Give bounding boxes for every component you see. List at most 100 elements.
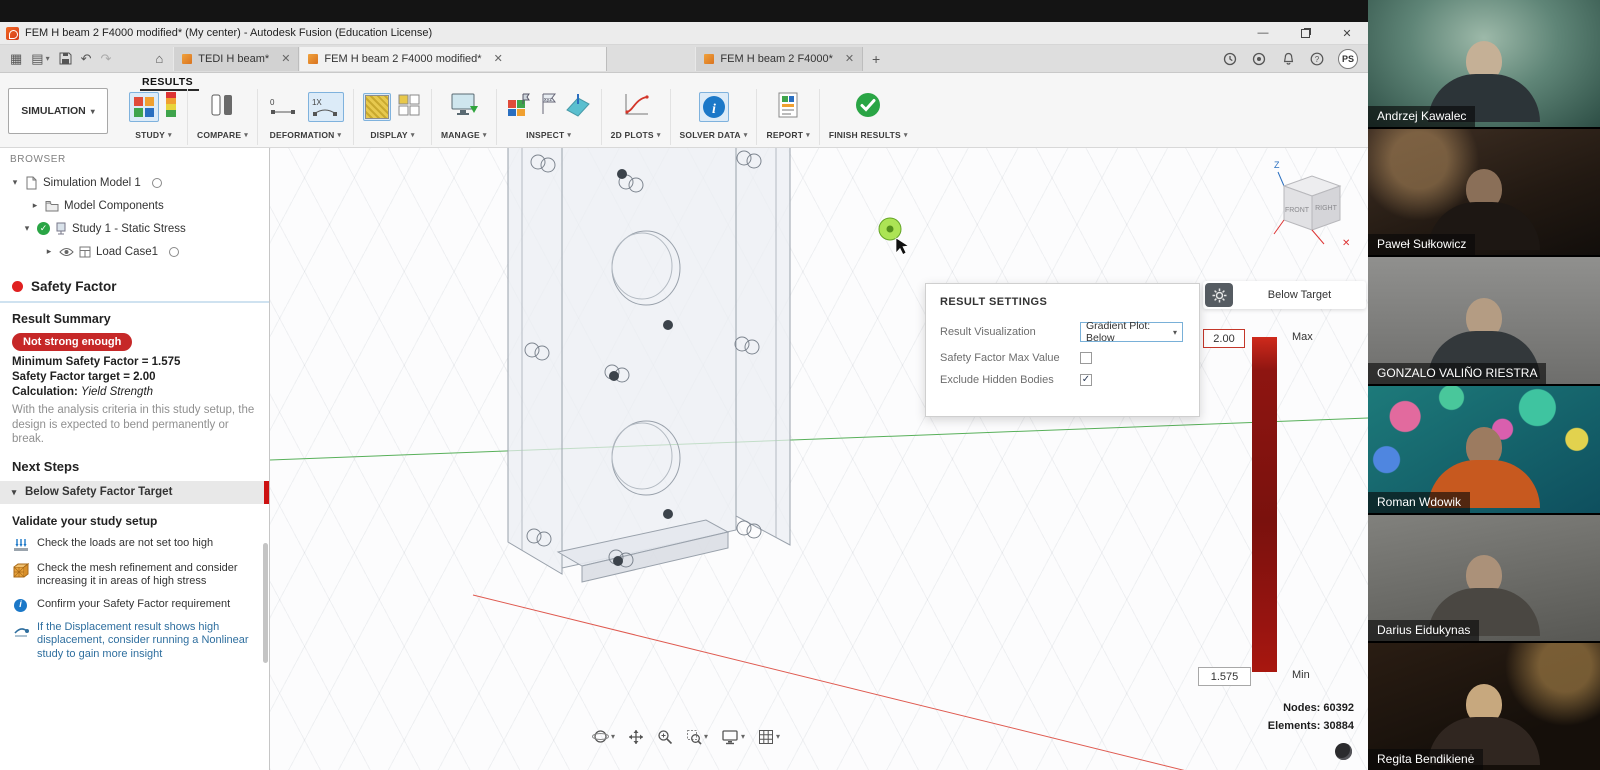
restore-button[interactable] [1284,22,1326,44]
finish-check-icon[interactable] [854,91,882,124]
zoom-window-icon[interactable]: ▾ [686,729,708,745]
radio-icon[interactable] [152,178,162,188]
app-grid-icon[interactable]: ▦ [10,51,22,67]
plot-icon[interactable] [621,91,651,124]
grid-settings-icon[interactable]: ▾ [758,729,780,745]
solver-info-icon[interactable]: i [699,92,729,122]
legend-header: Below Target [1203,281,1366,309]
browser-header: BROWSER [0,148,269,171]
user-avatar[interactable]: PS [1338,49,1358,69]
visibility-eye-icon[interactable] [59,247,74,257]
svg-text:✕: ✕ [1342,238,1350,249]
compare-icon[interactable] [208,91,236,124]
nodes-count: Nodes: 60392 [1268,699,1354,717]
participant-tile[interactable]: Paweł Sułkowicz [1368,129,1600,256]
tab-tedi-h-beam[interactable]: TEDI H beam* ✕ [173,47,299,71]
toolbar-group-manage[interactable]: MANAGE▾ [432,89,497,145]
participant-tile[interactable]: GONZALO VALIÑO RIESTRA [1368,257,1600,384]
tab-close-icon[interactable]: ✕ [845,52,854,65]
visualization-dropdown[interactable]: Gradient Plot: Below ▾ [1080,322,1183,342]
caret-right-icon[interactable]: ▸ [44,246,54,257]
minimize-button[interactable]: — [1242,22,1284,44]
scrollbar-thumb[interactable] [263,543,268,663]
toolbar-group-compare[interactable]: COMPARE▾ [188,89,258,145]
below-safety-target-row[interactable]: ▾ Below Safety Factor Target [0,481,269,504]
caret-down-icon[interactable]: ▾ [10,177,20,188]
folder-icon [45,200,59,212]
toolbar-group-display[interactable]: DISPLAY▾ [354,89,432,145]
redo-icon[interactable]: ↷ [101,51,112,67]
legend-settings-gear-icon[interactable] [1205,283,1233,307]
toolbar-group-deformation[interactable]: 0 1X DEFORMATION▾ [258,89,354,145]
file-menu-icon[interactable]: ▤▾ [31,51,49,67]
workspace-selector[interactable]: SIMULATION▾ [8,88,108,134]
display-settings-icon[interactable]: ▾ [721,729,745,745]
undo-icon[interactable]: ↶ [81,51,92,67]
study-gradient-icon[interactable] [164,91,178,124]
extensions-icon[interactable] [1251,51,1267,67]
inspect-result-icon[interactable] [506,92,532,123]
report-icon[interactable] [775,91,801,124]
toolbar-group-study[interactable]: STUDY▾ [120,89,188,145]
toolbar-group-inspect[interactable]: xyz INSPECT▾ [497,89,602,145]
participant-tile[interactable]: Roman Wdowik [1368,386,1600,513]
undeformed-icon[interactable]: 0 [267,92,303,122]
shaded-display-icon[interactable] [363,93,391,121]
legend-min-input[interactable]: 1.575 [1198,667,1251,686]
zoom-icon[interactable] [657,729,673,745]
participant-tile[interactable]: Regita Bendikienė [1368,643,1600,770]
participant-tile[interactable]: Darius Eidukynas [1368,515,1600,642]
grid-display-icon[interactable] [396,92,422,123]
max-value-checkbox[interactable] [1080,352,1092,364]
exclude-hidden-checkbox[interactable]: ✓ [1080,374,1092,386]
new-tab-button[interactable]: + [863,51,889,67]
toolbar-group-solver-data[interactable]: i SOLVER DATA▾ [671,89,758,145]
tab-fem-h-beam-modified[interactable]: FEM H beam 2 F4000 modified* ✕ [299,47,607,71]
fusion-app-icon [6,27,19,40]
orbit-icon[interactable]: ▾ [592,728,615,745]
participant-name: Darius Eidukynas [1368,620,1479,641]
tree-item-model-components[interactable]: ▸ Model Components [0,194,269,217]
close-button[interactable]: ✕ [1326,22,1368,44]
next-step-item: Check the mesh refinement and consider i… [0,557,269,593]
home-icon[interactable]: ⌂ [155,51,163,66]
toolbar-group-2d-plots[interactable]: 2D PLOTS▾ [602,89,671,145]
tab-close-icon[interactable]: ✕ [494,52,503,65]
participant-tile[interactable]: Andrzej Kawalec [1368,0,1600,127]
actual-scale-icon[interactable]: 1X [308,92,344,122]
tree-item-simulation-model[interactable]: ▾ Simulation Model 1 [0,171,269,194]
job-status-icon[interactable] [1222,51,1238,67]
radio-icon[interactable] [169,247,179,257]
mesh-stats: Nodes: 60392 Elements: 30884 [1268,699,1354,735]
navigation-widget-icon[interactable] [1335,743,1352,760]
legend-min-label: Min [1292,669,1310,681]
legend-mode-label[interactable]: Below Target [1233,289,1366,301]
probe-icon[interactable]: xyz [537,92,559,123]
tree-item-load-case[interactable]: ▸ Load Case1 [0,240,269,263]
tab-close-icon[interactable]: ✕ [281,52,290,65]
save-icon[interactable] [59,52,72,65]
study-icon[interactable] [129,92,159,122]
legend-max-input[interactable]: 2.00 [1203,329,1245,348]
manage-icon[interactable] [449,91,479,124]
participant-name: Paweł Sułkowicz [1368,234,1475,255]
result-description: With the analysis criteria in this study… [0,400,269,447]
caret-down-icon[interactable]: ▾ [22,223,32,234]
viewcube[interactable]: Z FRONT RIGHT ✕ [1266,156,1356,251]
titlebar: FEM H beam 2 F4000 modified* (My center)… [0,22,1368,45]
video-call-sidebar: Andrzej Kawalec Paweł Sułkowicz GONZALO … [1368,0,1600,770]
document-icon [25,176,38,190]
help-icon[interactable]: ? [1309,51,1325,67]
mesh-icon [12,562,29,589]
tab-fem-h-beam[interactable]: FEM H beam 2 F4000* ✕ [695,47,863,71]
pan-icon[interactable] [628,729,644,745]
toolbar-group-report[interactable]: REPORT▾ [757,89,819,145]
section-plane-icon[interactable] [564,92,592,123]
caret-right-icon[interactable]: ▸ [30,200,40,211]
toolbar-group-finish-results[interactable]: FINISH RESULTS▾ [820,89,917,145]
tree-item-study[interactable]: ▾ ✓ Study 1 - Static Stress [0,217,269,240]
caret-down-icon[interactable]: ▾ [9,487,19,498]
notifications-bell-icon[interactable] [1280,51,1296,67]
model-viewport[interactable]: Z FRONT RIGHT ✕ RESULT SETTINGS [270,148,1368,770]
next-step-item[interactable]: If the Displacement result shows high di… [0,616,269,666]
